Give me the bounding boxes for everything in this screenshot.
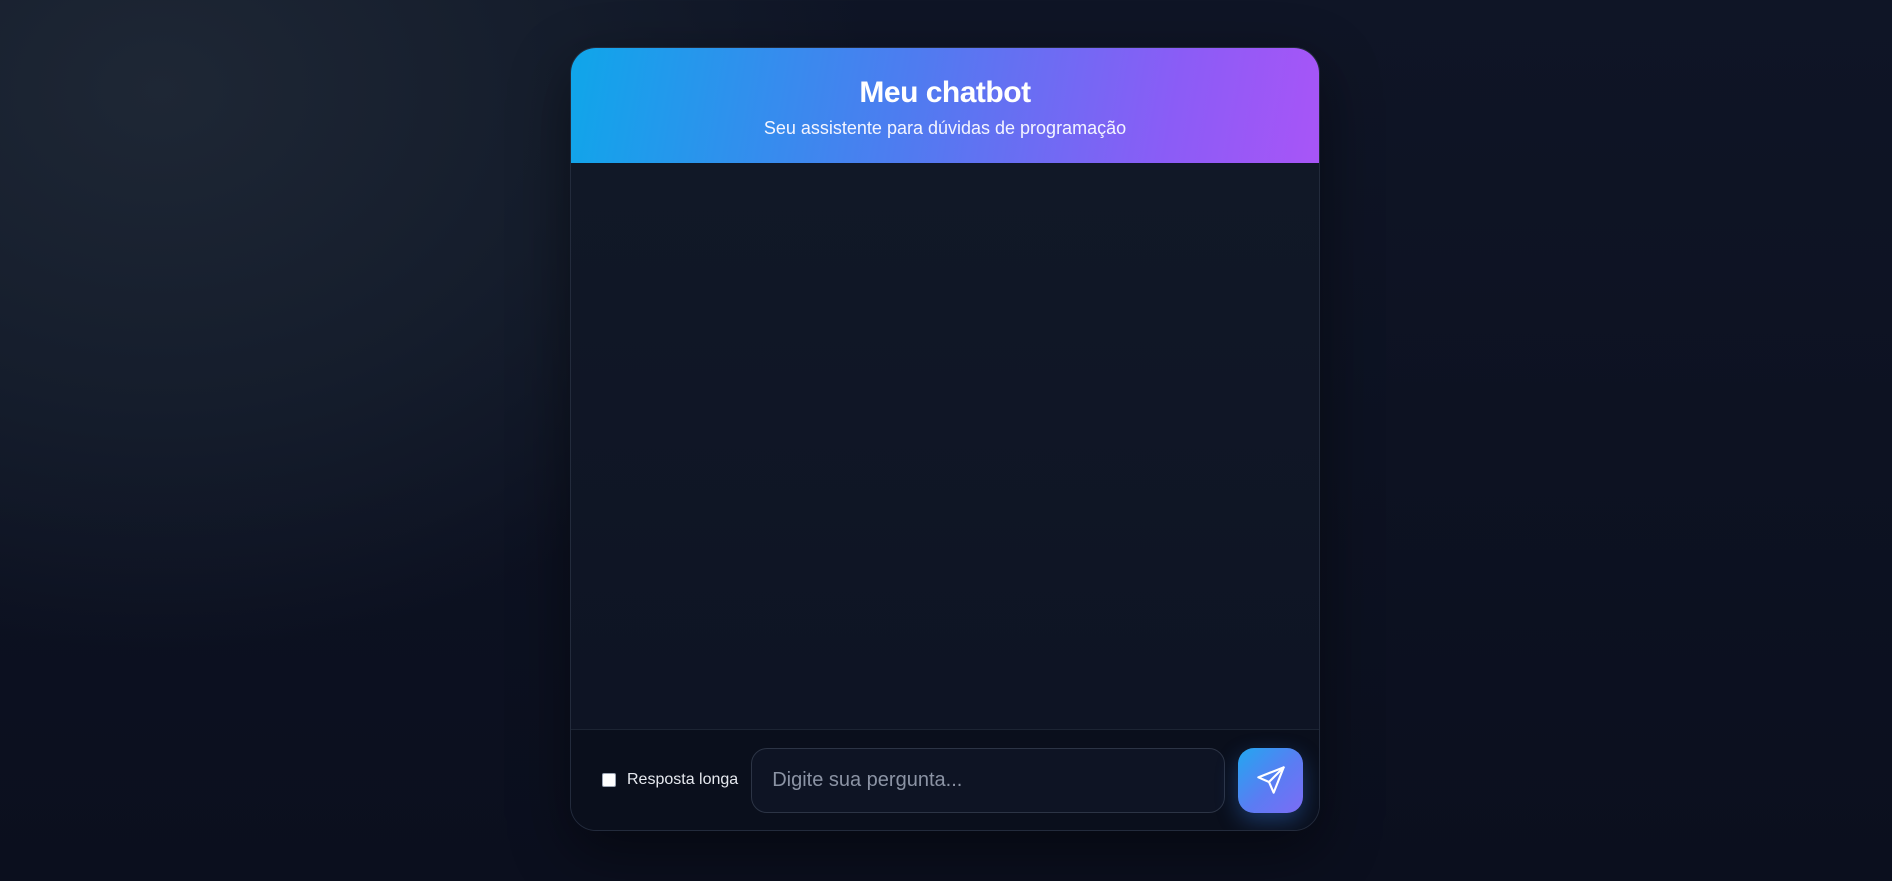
long-answer-label: Resposta longa xyxy=(627,771,739,788)
long-answer-checkbox[interactable] xyxy=(602,773,616,787)
chat-header: Meu chatbot Seu assistente para dúvidas … xyxy=(571,48,1319,163)
message-area xyxy=(571,163,1319,730)
send-icon xyxy=(1256,766,1285,794)
chat-input-bar: Resposta longa xyxy=(571,729,1319,830)
long-answer-toggle[interactable]: Resposta longa xyxy=(602,771,738,789)
chat-window: Meu chatbot Seu assistente para dúvidas … xyxy=(570,47,1320,831)
chat-title: Meu chatbot xyxy=(859,76,1031,109)
question-input[interactable] xyxy=(751,747,1226,813)
chat-subtitle: Seu assistente para dúvidas de programaç… xyxy=(763,118,1127,138)
send-button[interactable] xyxy=(1238,747,1304,813)
